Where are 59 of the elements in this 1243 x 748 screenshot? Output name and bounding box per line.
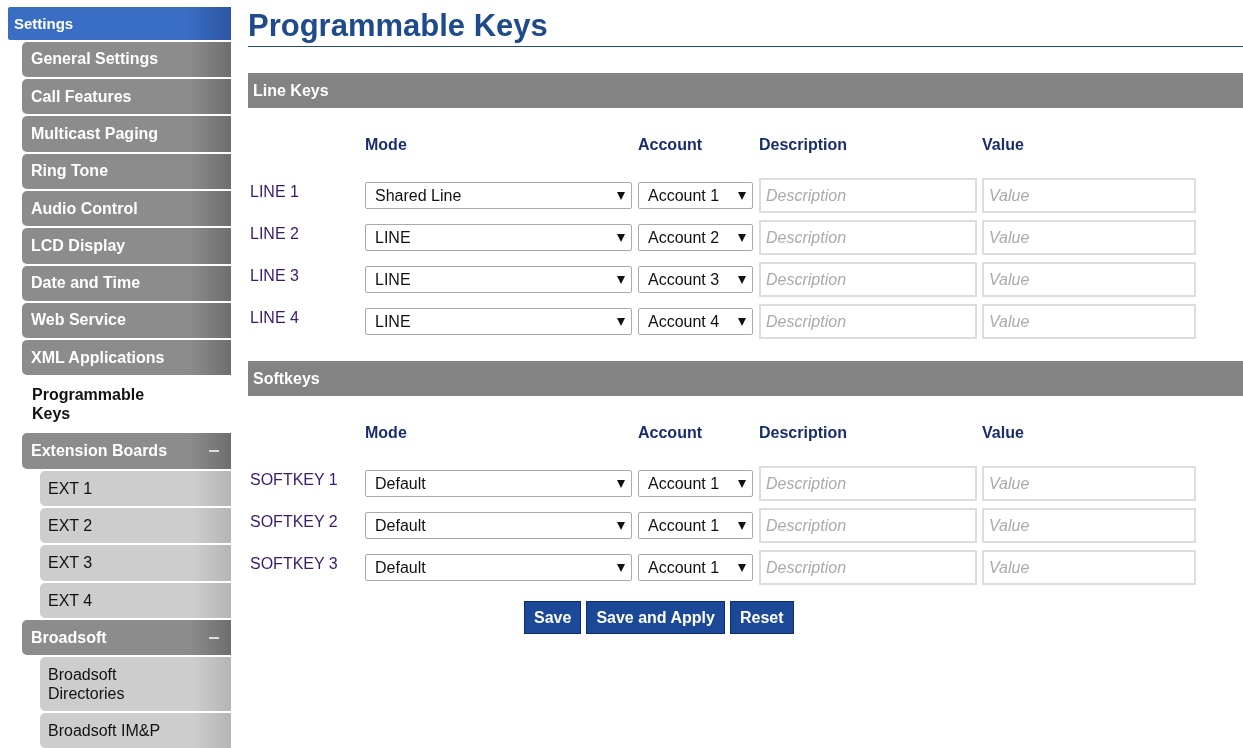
column-header: Description [759,424,848,443]
column-header: Description [759,136,848,155]
group-label: Extension Boards [31,442,168,461]
description-field[interactable]: Description [759,262,977,297]
sidebar-header[interactable]: Settings [8,7,231,40]
value-field[interactable]: Value [982,178,1196,213]
mode-select[interactable]: Default [365,512,632,539]
sidebar-subitem[interactable]: EXT 1 [40,470,231,506]
key-label: LINE 2 [249,224,300,243]
key-label: SOFTKEY 1 [249,470,339,489]
account-select[interactable]: Account 3 [638,266,753,293]
section-header: Softkeys [248,361,1243,396]
key-label: LINE 1 [249,182,300,201]
key-label: SOFTKEY 2 [249,512,339,531]
action-button[interactable]: Save [524,601,582,634]
description-field[interactable]: Description [759,550,977,585]
column-header: Mode [365,424,408,443]
key-label: SOFTKEY 3 [249,554,339,573]
value-field[interactable]: Value [982,262,1196,297]
account-select[interactable]: Account 1 [638,470,753,497]
account-select[interactable]: Account 4 [638,308,753,335]
value-field[interactable]: Value [982,466,1196,501]
action-button[interactable]: Reset [729,601,794,634]
account-select[interactable]: Account 1 [638,182,753,209]
mode-select[interactable]: Default [365,470,632,497]
key-label: LINE 3 [249,266,300,285]
mode-select[interactable]: Default [365,554,632,581]
sidebar-subitem[interactable]: EXT 4 [40,582,231,618]
page-title: Programmable Keys [248,8,1243,47]
column-header: Mode [365,136,408,155]
description-field[interactable]: Description [759,220,977,255]
sidebar-item[interactable]: Programmable Keys [22,377,231,432]
sidebar-subitem[interactable]: Broadsoft IM&P [40,712,231,748]
mode-select[interactable]: Shared Line [365,182,632,209]
column-header: Value [982,424,1025,443]
mode-select[interactable]: LINE [365,266,632,293]
description-field[interactable]: Description [759,304,977,339]
value-field[interactable]: Value [982,304,1196,339]
sidebar-subitem[interactable]: Broadsoft Directories [40,657,231,711]
account-select[interactable]: Account 2 [638,224,753,251]
value-field[interactable]: Value [982,220,1196,255]
sidebar-subitem[interactable]: EXT 3 [40,545,231,581]
description-field[interactable]: Description [759,178,977,213]
mode-select[interactable]: LINE [365,224,632,251]
mode-select[interactable]: LINE [365,308,632,335]
column-header: Value [982,136,1025,155]
account-select[interactable]: Account 1 [638,512,753,539]
value-field[interactable]: Value [982,550,1196,585]
column-header: Account [638,136,703,155]
value-field[interactable]: Value [982,508,1196,543]
key-label: LINE 4 [249,308,300,327]
account-select[interactable]: Account 1 [638,554,753,581]
description-field[interactable]: Description [759,508,977,543]
action-button[interactable]: Save and Apply [586,601,725,634]
description-field[interactable]: Description [759,466,977,501]
column-header: Account [638,424,703,443]
sidebar-subitem[interactable]: EXT 2 [40,508,231,544]
section-header: Line Keys [248,73,1243,108]
group-label: Broadsoft [31,628,107,647]
